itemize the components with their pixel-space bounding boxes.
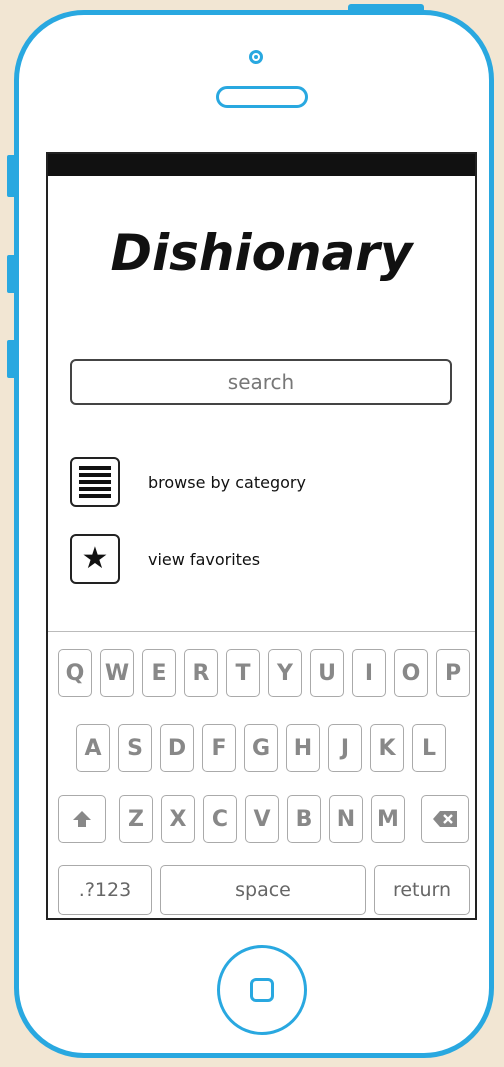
key-g[interactable]: G	[244, 724, 278, 772]
shift-arrow-icon	[73, 811, 91, 827]
key-j[interactable]: J	[328, 724, 362, 772]
key-a[interactable]: A	[76, 724, 110, 772]
space-key[interactable]: space	[160, 865, 366, 915]
backspace-icon	[433, 811, 457, 827]
key-l[interactable]: L	[412, 724, 446, 772]
key-t[interactable]: T	[226, 649, 260, 697]
key-m[interactable]: M	[371, 795, 405, 843]
key-o[interactable]: O	[394, 649, 428, 697]
shift-key[interactable]	[58, 795, 106, 843]
key-z[interactable]: Z	[119, 795, 153, 843]
backspace-key[interactable]	[421, 795, 469, 843]
key-r[interactable]: R	[184, 649, 218, 697]
stage: Dishionary search browse by category ★ v…	[0, 0, 504, 1067]
key-b[interactable]: B	[287, 795, 321, 843]
list-icon[interactable]	[70, 457, 120, 507]
camera-icon	[249, 50, 263, 64]
key-q[interactable]: Q	[58, 649, 92, 697]
key-x[interactable]: X	[161, 795, 195, 843]
key-v[interactable]: V	[245, 795, 279, 843]
key-p[interactable]: P	[436, 649, 470, 697]
view-favorites-label[interactable]: view favorites	[148, 550, 260, 569]
key-h[interactable]: H	[286, 724, 320, 772]
browse-by-category-item[interactable]: browse by category	[70, 454, 306, 510]
app-title: Dishionary	[110, 224, 413, 282]
browse-by-category-label[interactable]: browse by category	[148, 473, 306, 492]
view-favorites-item[interactable]: ★ view favorites	[70, 531, 260, 587]
key-n[interactable]: N	[329, 795, 363, 843]
key-f[interactable]: F	[202, 724, 236, 772]
key-c[interactable]: C	[203, 795, 237, 843]
numbers-key[interactable]: .?123	[58, 865, 152, 915]
status-bar	[48, 154, 475, 176]
key-s[interactable]: S	[118, 724, 152, 772]
key-w[interactable]: W	[100, 649, 134, 697]
key-d[interactable]: D	[160, 724, 194, 772]
keyboard: Q W E R T Y U I O P A S D F G H J K L Z …	[48, 631, 475, 918]
home-button[interactable]	[217, 945, 307, 1035]
key-e[interactable]: E	[142, 649, 176, 697]
key-k[interactable]: K	[370, 724, 404, 772]
screen: Dishionary search browse by category ★ v…	[46, 152, 477, 920]
key-y[interactable]: Y	[268, 649, 302, 697]
key-u[interactable]: U	[310, 649, 344, 697]
return-key[interactable]: return	[374, 865, 470, 915]
search-input[interactable]: search	[70, 359, 452, 405]
speaker-grille	[216, 86, 308, 108]
star-icon[interactable]: ★	[70, 534, 120, 584]
key-i[interactable]: I	[352, 649, 386, 697]
